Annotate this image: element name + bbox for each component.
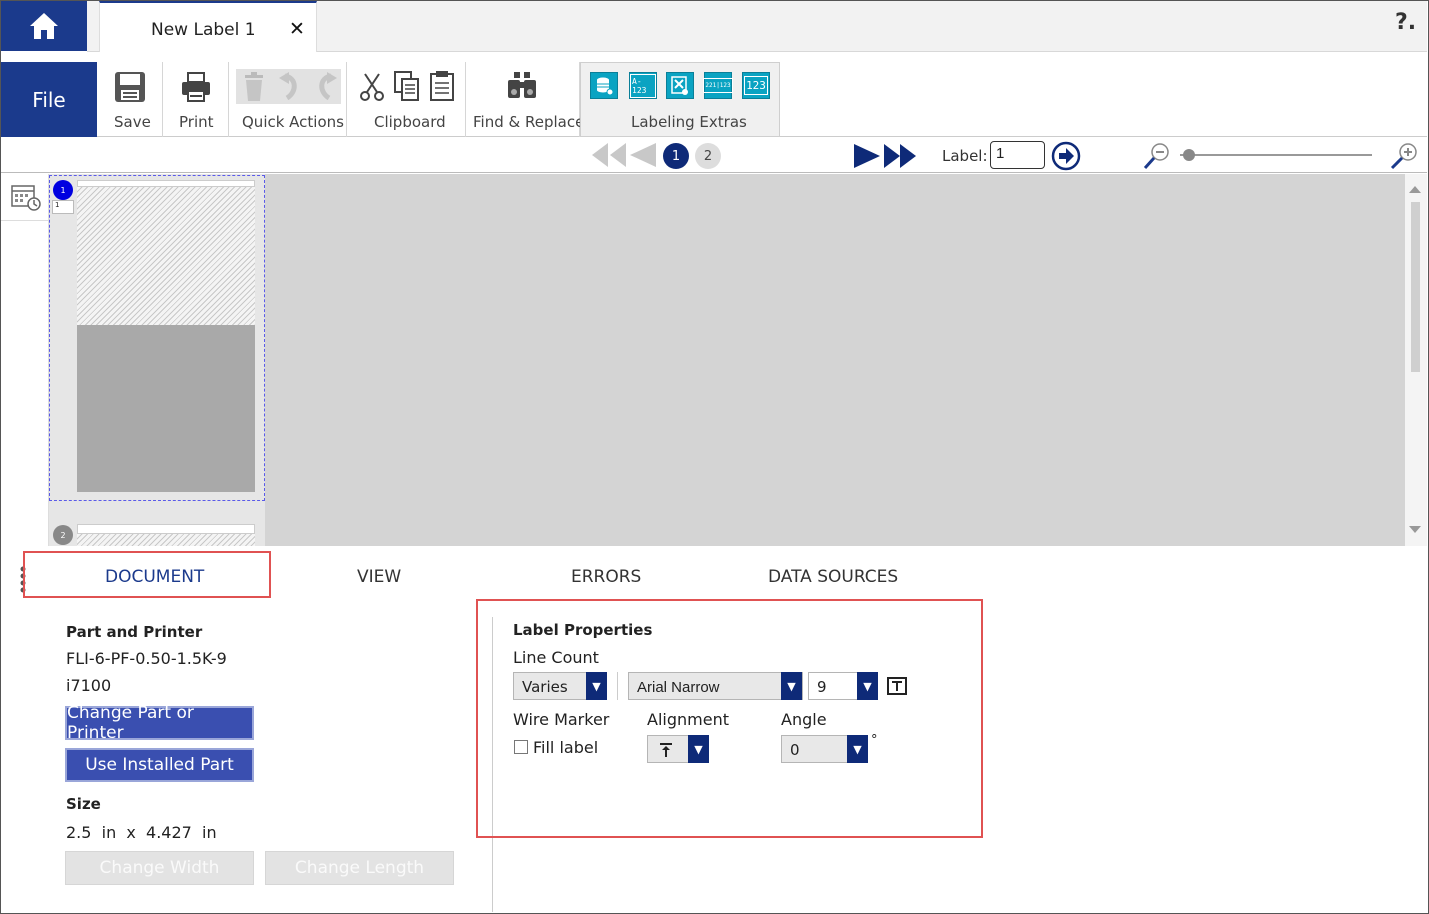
label-1-printable-area[interactable] — [77, 187, 255, 325]
cut-icon[interactable] — [359, 72, 385, 102]
change-width-button[interactable]: Change Width — [65, 851, 254, 885]
last-page-icon[interactable] — [884, 144, 918, 168]
line-count-value: Varies — [522, 678, 568, 696]
save-icon — [115, 72, 145, 102]
find-replace-label: Find & Replace — [473, 113, 585, 131]
copy-icon[interactable] — [393, 70, 421, 102]
alignment-dropdown-icon[interactable]: ▼ — [688, 735, 709, 763]
line-number-indicator: 1 — [52, 200, 74, 214]
page-1-button[interactable]: 1 — [663, 143, 689, 169]
tab-close-icon[interactable]: ✕ — [289, 18, 305, 40]
font-size-value: 9 — [817, 678, 827, 696]
printer-icon — [182, 72, 210, 102]
zoom-slider-thumb[interactable] — [1183, 149, 1195, 161]
angle-value: 0 — [790, 741, 800, 759]
number-sequence-icon[interactable]: 123 — [742, 72, 770, 99]
barcode-glyph: 221|123 — [703, 78, 733, 93]
fill-label-checkbox[interactable] — [514, 740, 528, 754]
save-button[interactable]: Save — [97, 62, 163, 137]
scroll-up-icon[interactable] — [1408, 184, 1422, 194]
line-count-label: Line Count — [513, 648, 599, 667]
printer-name: i7100 — [66, 676, 112, 695]
previous-page-icon[interactable] — [630, 143, 656, 167]
line-count-dropdown-icon[interactable]: ▼ — [586, 672, 607, 700]
excel-glyph — [671, 75, 688, 95]
page-2-button[interactable]: 2 — [695, 143, 721, 169]
label-number-label: Label: — [942, 147, 988, 165]
zoom-out-icon[interactable] — [1142, 141, 1172, 171]
serialize-icon[interactable]: A-123 — [629, 72, 657, 99]
size-value: 2.5 in x 4.427 in — [66, 823, 217, 842]
zoom-slider-track[interactable] — [1180, 154, 1372, 156]
change-length-button[interactable]: Change Length — [265, 851, 454, 885]
home-button[interactable] — [1, 1, 87, 51]
label-2-header-strip — [77, 524, 255, 534]
use-installed-part-button[interactable]: Use Installed Part — [65, 748, 254, 782]
label-1-badge: 1 — [53, 180, 73, 200]
database-glyph — [597, 77, 614, 95]
barcode-icon[interactable]: 221|123 — [703, 72, 733, 99]
font-value: Arial Narrow — [637, 679, 720, 696]
tab-data-sources[interactable]: DATA SOURCES — [768, 567, 898, 587]
size-heading: Size — [66, 795, 101, 813]
home-icon — [30, 13, 58, 39]
font-size-dropdown-icon[interactable]: ▼ — [857, 672, 878, 700]
paste-icon[interactable] — [429, 70, 455, 102]
rail-divider — [1, 220, 49, 221]
fill-label-text: Fill label — [533, 738, 599, 757]
label-1-header-strip — [77, 180, 255, 187]
quick-actions-group: Quick Actions — [229, 62, 347, 137]
angle-label: Angle — [781, 710, 827, 729]
file-button[interactable]: File — [1, 62, 97, 137]
calendar-clock-icon[interactable] — [10, 182, 42, 212]
part-printer-heading: Part and Printer — [66, 623, 203, 641]
label-number-input[interactable]: 1 — [990, 141, 1045, 169]
alignment-label: Alignment — [647, 710, 729, 729]
left-tool-rail — [1, 174, 49, 546]
font-select[interactable]: Arial Narrow — [628, 672, 803, 700]
database-icon[interactable] — [590, 72, 618, 99]
label-2-badge: 2 — [53, 525, 73, 545]
change-part-or-printer-button[interactable]: Change Part or Printer — [65, 703, 254, 743]
clipboard-group: Clipboard — [347, 62, 466, 137]
serialize-glyph: A-123 — [630, 73, 656, 98]
tab-view[interactable]: VIEW — [357, 567, 401, 587]
first-page-icon[interactable] — [592, 143, 626, 167]
label-1-wrap-area — [77, 325, 255, 492]
next-page-icon[interactable] — [854, 144, 880, 168]
part-number: FLI-6-PF-0.50-1.5K-9 — [66, 649, 227, 668]
tab-errors[interactable]: ERRORS — [571, 567, 641, 587]
label-properties-heading: Label Properties — [513, 621, 653, 639]
label-2-printable-area[interactable] — [77, 534, 255, 546]
print-button[interactable]: Print — [163, 62, 229, 137]
scroll-down-icon[interactable] — [1408, 525, 1422, 535]
find-replace-button[interactable]: Find & Replace — [466, 62, 584, 137]
document-tab-highlight — [23, 551, 271, 598]
wire-marker-label: Wire Marker — [513, 710, 610, 729]
zoom-in-icon[interactable] — [1388, 141, 1420, 171]
clipboard-label: Clipboard — [374, 113, 446, 131]
vertical-scrollbar-thumb[interactable] — [1411, 202, 1420, 372]
save-label: Save — [114, 113, 151, 131]
binoculars-icon — [508, 72, 536, 98]
labeling-extras-label: Labeling Extras — [631, 113, 747, 131]
font-dropdown-icon[interactable]: ▼ — [781, 672, 802, 700]
quick-actions-label: Quick Actions — [242, 113, 344, 131]
go-to-label-icon[interactable] — [1051, 141, 1081, 171]
property-divider — [617, 672, 618, 700]
undo-icon[interactable] — [277, 72, 303, 102]
tab-title: New Label 1 — [151, 20, 256, 40]
text-format-icon[interactable] — [886, 675, 908, 697]
degree-symbol: ° — [871, 733, 878, 748]
redo-icon[interactable] — [313, 72, 339, 102]
number-sequence-glyph: 123 — [744, 76, 768, 95]
delete-icon[interactable] — [241, 72, 267, 102]
align-top-icon — [660, 743, 672, 757]
angle-dropdown-icon[interactable]: ▼ — [847, 735, 868, 763]
help-icon[interactable]: ?. — [1395, 10, 1416, 35]
excel-import-icon[interactable] — [666, 72, 694, 99]
print-label: Print — [179, 113, 214, 131]
